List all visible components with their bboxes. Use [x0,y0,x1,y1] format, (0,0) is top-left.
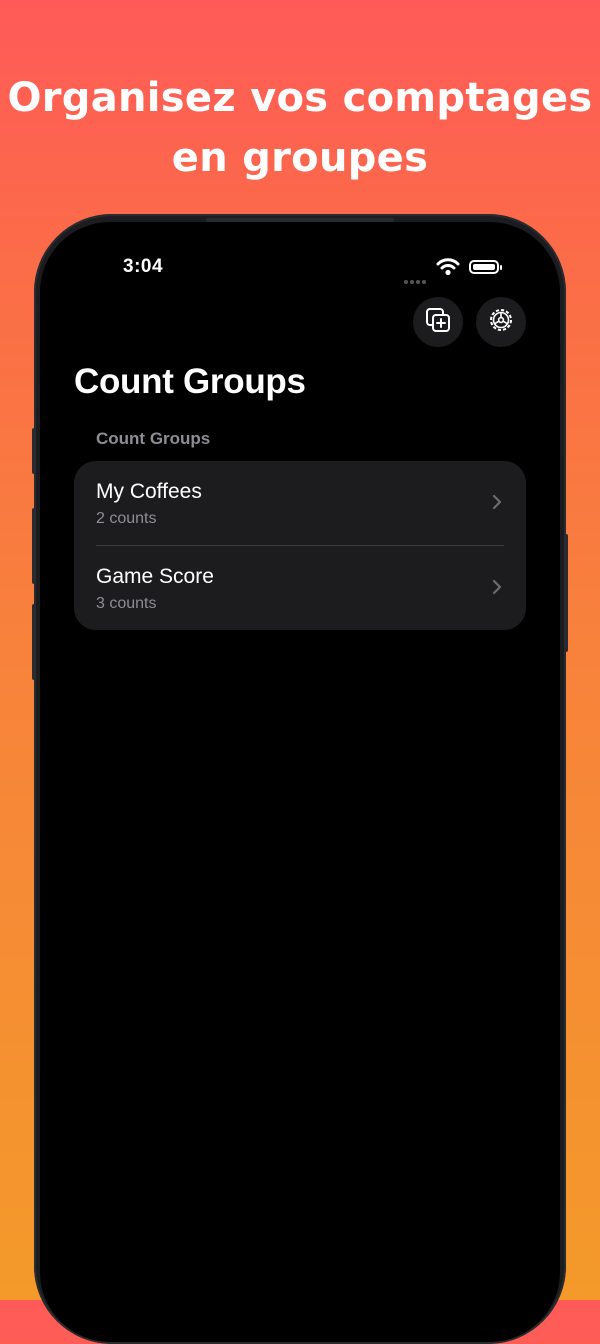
phone-screen: 3:04 Count Groups Count Groups My Coffee… [40,222,560,1342]
headline-line-2: en groupes [171,135,429,181]
headline-line-1: Organisez vos comptages [7,75,593,121]
promo-headline: Organisez vos comptages en groupes [0,68,600,188]
list-item-subtitle: 3 counts [96,595,157,612]
section-header: Count Groups [96,429,211,448]
add-group-button[interactable] [413,297,463,347]
list-item-subtitle: 2 counts [96,510,157,527]
list-item-game-score[interactable]: Game Score 3 counts [74,546,526,630]
list-item-my-coffees[interactable]: My Coffees 2 counts [74,461,526,545]
count-groups-list: My Coffees 2 counts Game Score 3 counts [74,461,526,630]
side-button-mute [32,428,36,474]
page-title: Count Groups [74,362,306,401]
side-button-volume-up [32,508,36,584]
gear-icon [487,306,515,339]
chevron-right-icon [492,579,502,600]
phone-top-edge [206,218,394,222]
add-group-icon [424,306,452,339]
list-item-title: My Coffees [96,480,202,503]
battery-icon [469,260,502,274]
side-button-power [564,534,568,652]
settings-button[interactable] [476,297,526,347]
side-button-volume-down [32,604,36,680]
wifi-icon [436,258,460,281]
status-time: 3:04 [123,256,164,277]
chevron-right-icon [492,494,502,515]
list-item-title: Game Score [96,565,214,588]
signal-dots-icon [404,271,428,289]
